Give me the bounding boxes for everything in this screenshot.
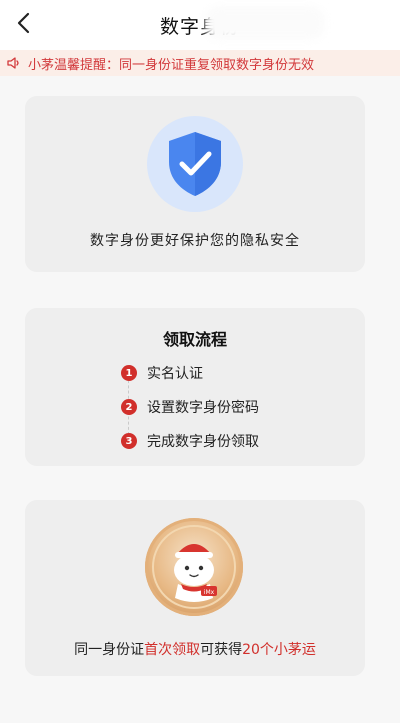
reward-text-2: 可获得 — [200, 642, 243, 658]
shield-circle — [147, 116, 243, 212]
notice-text: 小茅温馨提醒：同一身份证重复领取数字身份无效 — [28, 57, 315, 73]
mascot-badge-icon: iMx — [145, 518, 243, 616]
reward-highlight-first: 首次领取 — [144, 642, 201, 658]
process-card: 领取流程 1 实名认证 2 设置数字身份密码 3 完成数字身份领取 — [25, 308, 365, 466]
step-item: 1 实名认证 — [121, 356, 341, 390]
header: 数字身份 — [0, 0, 400, 50]
page-title: 数字身份 — [159, 16, 240, 38]
notice-bar: 小茅温馨提醒：同一身份证重复领取数字身份无效 — [0, 50, 400, 76]
reward-text-1: 同一身份证 — [74, 642, 145, 658]
reward-card: iMx 同一身份证首次领取可获得20个小茅运 — [25, 500, 365, 676]
step-number: 1 — [121, 365, 137, 381]
privacy-caption: 数字身份更好保护您的隐私安全 — [90, 233, 300, 249]
reward-highlight-amount: 20个小茅运 — [242, 642, 316, 658]
step-label: 完成数字身份领取 — [147, 434, 259, 450]
step-label: 设置数字身份密码 — [147, 400, 259, 416]
badge-text: iMx — [204, 589, 215, 596]
speaker-icon — [7, 57, 19, 69]
blurred-overlay — [205, 6, 325, 40]
step-item: 2 设置数字身份密码 — [121, 390, 341, 424]
mascot-illustration: iMx — [152, 525, 236, 609]
intro-card: 数字身份更好保护您的隐私安全 — [25, 96, 365, 272]
step-item: 3 完成数字身份领取 — [121, 424, 341, 458]
process-heading: 领取流程 — [162, 330, 227, 349]
step-list: 1 实名认证 2 设置数字身份密码 3 完成数字身份领取 — [121, 356, 341, 458]
reward-caption: 同一身份证首次领取可获得20个小茅运 — [25, 639, 365, 659]
step-label: 实名认证 — [147, 366, 203, 382]
step-number: 3 — [121, 433, 137, 449]
shield-check-icon — [169, 132, 221, 196]
step-number: 2 — [121, 399, 137, 415]
